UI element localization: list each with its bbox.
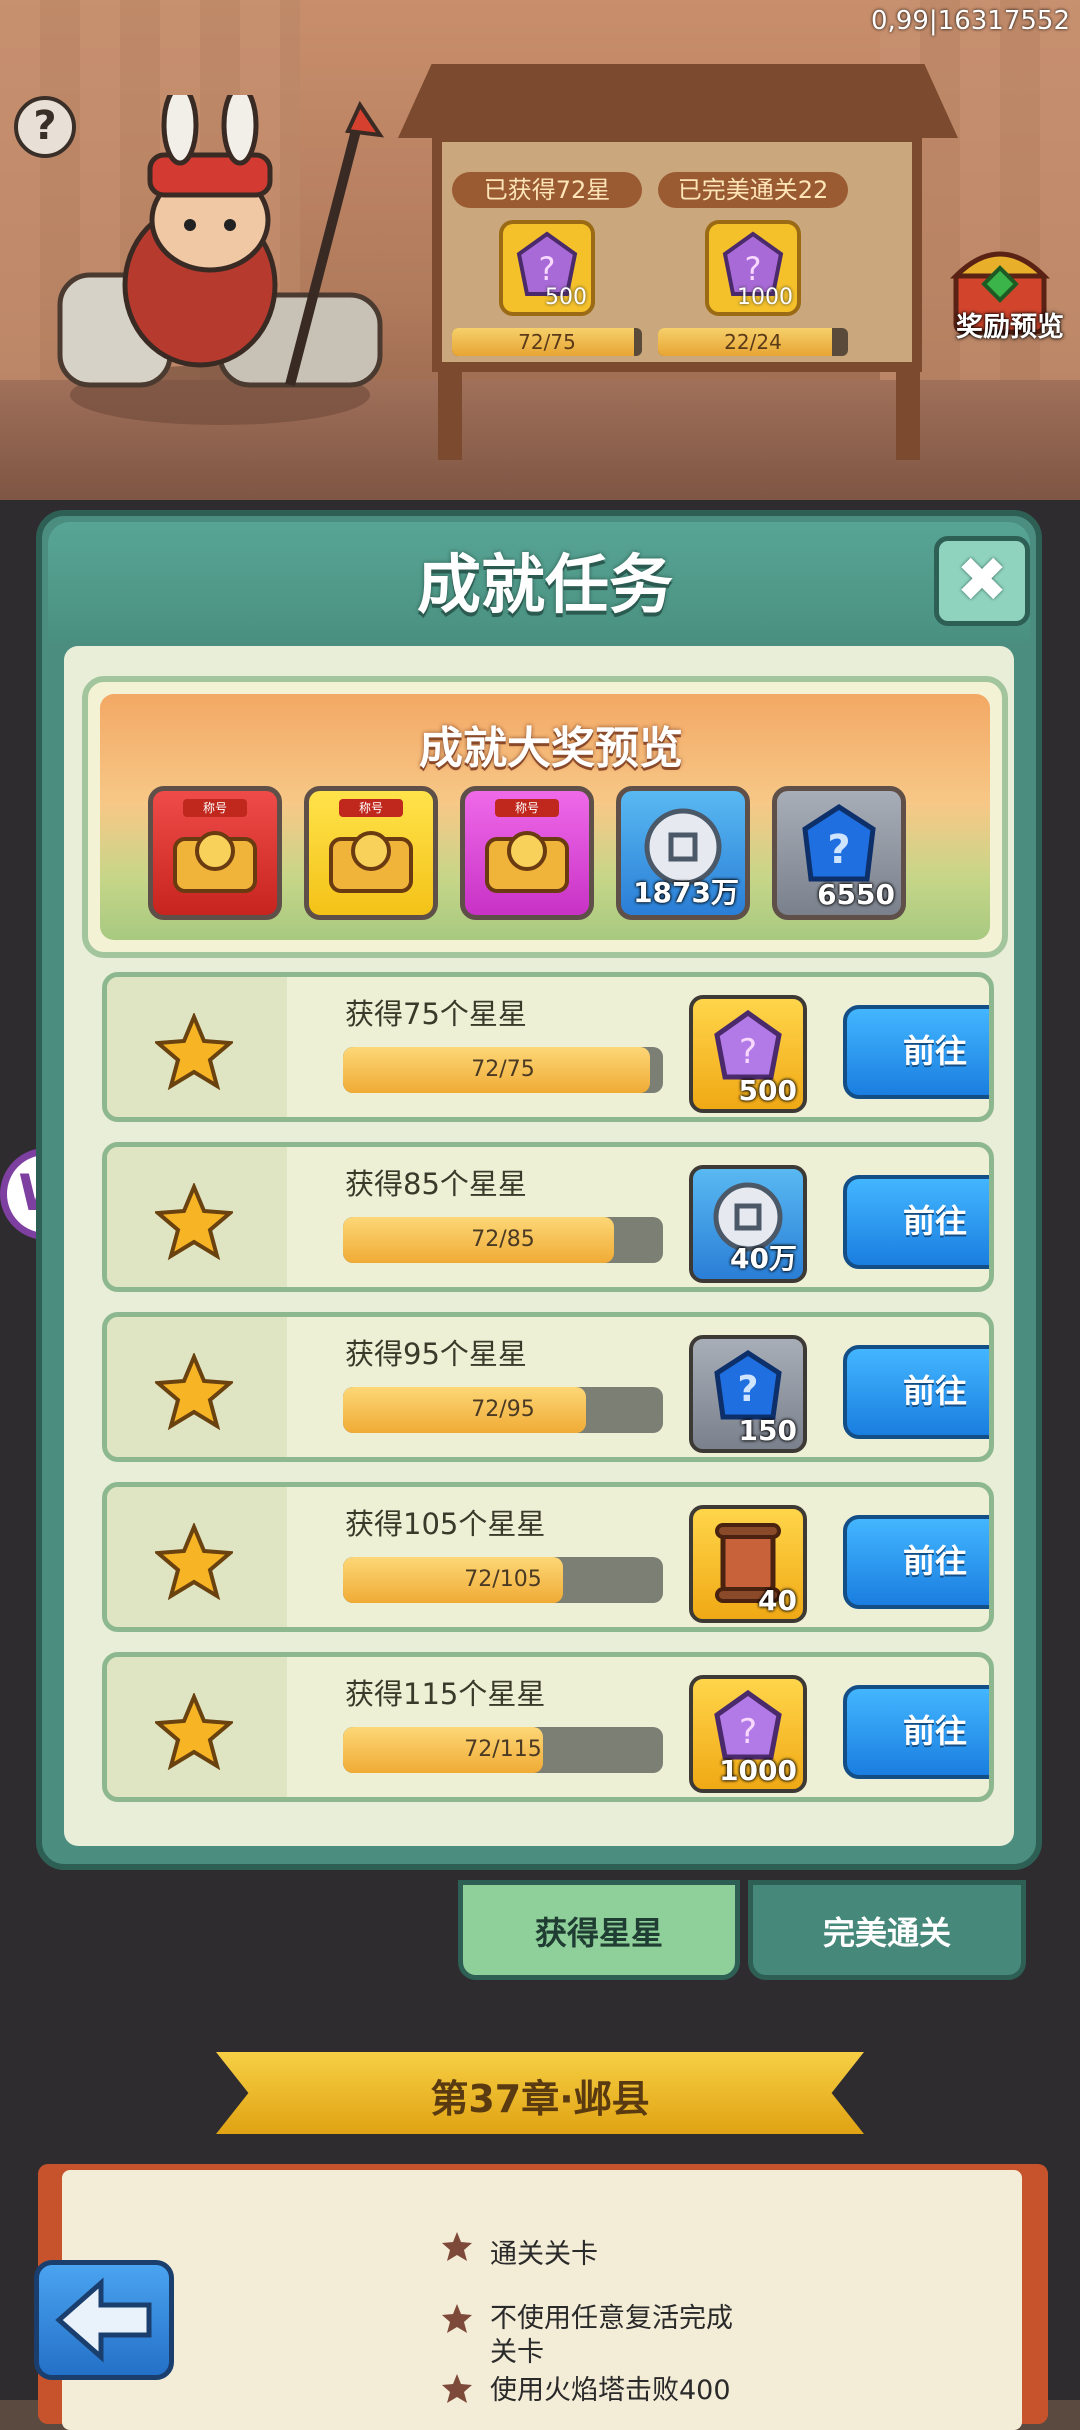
star-icon [155,1523,233,1601]
task-row: 获得95个星星 72/95 ? 150 前往 [102,1312,994,1462]
board-perfect-cell: 已完美通关22 ? 1000 22/24 [658,172,848,356]
hero-character [57,95,385,425]
task-progress-text: 72/85 [471,1227,535,1252]
go-button[interactable]: 前往 [843,1005,989,1099]
board-stars-progress-text: 72/75 [518,330,576,354]
task-progress-bar: 72/105 [343,1557,663,1603]
chapter-requirement: 通关关卡 [490,2239,598,2270]
achievement-modal: 成就任务 ✖ 成就大奖预览 称号 称号 称号 1873万 ? 6550 获得75 [36,510,1042,1870]
board-stars-cell: 已获得72星 ? 500 72/75 [452,172,642,356]
go-button[interactable]: 前往 [843,1345,989,1439]
task-reward[interactable]: ? 500 [689,995,807,1113]
task-row: 获得105个星星 72/105 40 前往 [102,1482,994,1632]
board-stars-progress: 72/75 [452,328,642,356]
star-icon [442,2374,472,2403]
task-title: 获得95个星星 [345,1337,527,1371]
go-button[interactable]: 前往 [843,1515,989,1609]
board-stars-title: 已获得72星 [452,172,642,208]
tab-perfect-clear[interactable]: 完美通关 [748,1880,1026,1980]
grand-prize-preview: 成就大奖预览 称号 称号 称号 1873万 ? 6550 [82,676,1008,958]
task-progress-bar: 72/85 [343,1217,663,1263]
go-button[interactable]: 前往 [843,1175,989,1269]
board-roof [398,64,958,138]
grand-item-purple-chest[interactable]: 称号 [460,786,594,920]
board-stars-reward: 500 [545,285,587,310]
modal-title: 成就任务 [417,549,673,623]
purple-gem-icon: ? 500 [499,220,595,316]
svg-text:?: ? [539,250,556,288]
star-icon [442,2232,472,2261]
task-reward-value: 40 [758,1584,797,1617]
purple-gem-icon: ? 1000 [705,220,801,316]
board-perfect-reward: 1000 [737,285,793,310]
grand-item-red-chest[interactable]: 称号 [148,786,282,920]
task-reward-value: 1000 [719,1754,797,1787]
grand-item-yellow-chest[interactable]: 称号 [304,786,438,920]
close-button[interactable]: ✖ [934,536,1030,626]
task-reward[interactable]: ? 150 [689,1335,807,1453]
reward-preview-label[interactable]: 奖励预览 [940,305,1080,344]
grand-item-silver-coin[interactable]: 1873万 [616,786,750,920]
grand-item-value: 1873万 [633,876,739,909]
board-perfect-progress: 22/24 [658,328,848,356]
task-title: 获得85个星星 [345,1167,527,1201]
star-icon [155,1693,233,1771]
back-button[interactable] [34,2260,174,2380]
star-icon [155,1353,233,1431]
task-progress-text: 72/115 [464,1737,542,1762]
task-row: 获得75个星星 72/75 ? 500 前往 [102,972,994,1122]
grand-item-value: 6550 [817,878,895,911]
tab-get-stars[interactable]: 获得星星 [458,1880,740,1980]
board-perfect-title: 已完美通关22 [658,172,848,208]
task-progress-text: 72/95 [471,1397,535,1422]
task-progress-bar: 72/95 [343,1387,663,1433]
svg-text:?: ? [745,250,762,288]
chapter-title: 第37章·邺县 [430,2077,650,2121]
task-title: 获得115个星星 [345,1677,546,1711]
scene-background: 已获得72星 ? 500 72/75 已完美通关22 ? 1000 22/24 [0,0,1080,500]
board-leg-left [438,370,462,460]
task-progress-bar: 72/75 [343,1047,663,1093]
go-button[interactable]: 前往 [843,1685,989,1779]
svg-text:?: ? [739,1032,757,1072]
task-row: 获得115个星星 72/115 ? 1000 前往 [102,1652,994,1802]
grand-prize-title: 成就大奖预览 [419,723,683,774]
board-leg-right [896,370,920,460]
task-progress-text: 72/105 [464,1567,542,1592]
lion-chest-icon [173,831,257,893]
star-icon [442,2304,472,2333]
svg-text:?: ? [739,1712,757,1752]
task-reward[interactable]: ? 1000 [689,1675,807,1793]
chapter-requirement: 关卡 [490,2337,544,2368]
chapter-requirement: 使用火焰塔击败400 [490,2375,731,2406]
svg-text:?: ? [827,827,850,873]
task-title: 获得105个星星 [345,1507,546,1541]
task-reward-value: 500 [738,1074,797,1107]
grand-item-blue-crystal[interactable]: ? 6550 [772,786,906,920]
arrow-left-icon [55,2277,152,2363]
board-perfect-progress-text: 22/24 [724,330,782,354]
star-icon [155,1183,233,1261]
task-reward-value: 150 [738,1414,797,1447]
star-icon [155,1013,233,1091]
achievement-board: 已获得72星 ? 500 72/75 已完美通关22 ? 1000 22/24 [432,132,922,372]
svg-text:?: ? [738,1369,759,1410]
task-progress-text: 72/75 [471,1057,535,1082]
task-reward-value: 40万 [730,1242,797,1275]
status-text: 0,99|16317552 [871,6,1070,36]
task-title: 获得75个星星 [345,997,527,1031]
lion-chest-icon [329,831,413,893]
task-reward[interactable]: 40万 [689,1165,807,1283]
help-button[interactable]: ? [14,96,76,158]
task-reward[interactable]: 40 [689,1505,807,1623]
lion-chest-icon [485,831,569,893]
task-progress-bar: 72/115 [343,1727,663,1773]
task-row: 获得85个星星 72/85 40万 前往 [102,1142,994,1292]
